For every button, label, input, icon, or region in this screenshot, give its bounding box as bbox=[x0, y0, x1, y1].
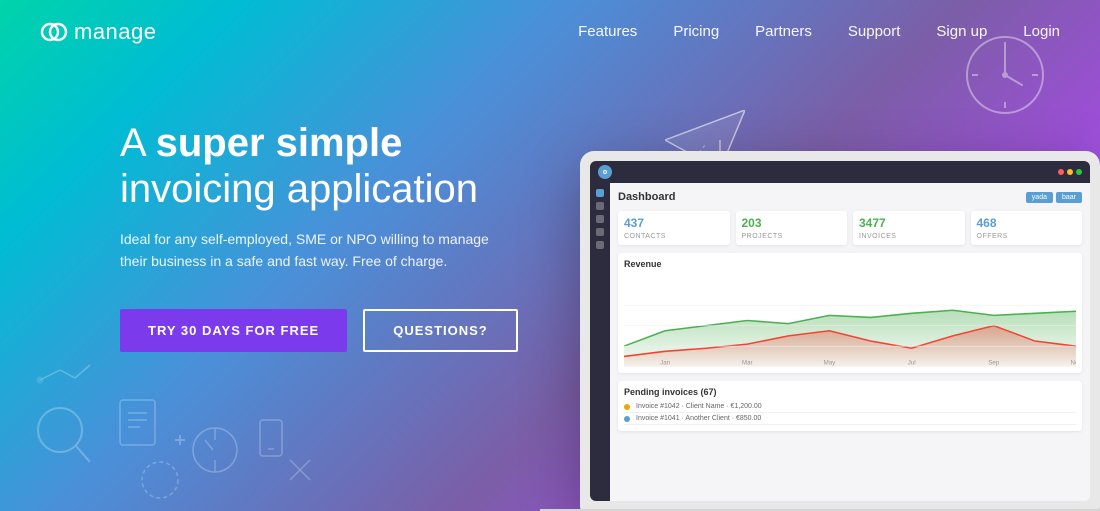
table-row-2: Invoice #1041 · Another Client · €850.00 bbox=[624, 413, 1076, 425]
app-body: Dashboard yada baar 437 CONTACTS bbox=[590, 183, 1090, 501]
stat-value-invoices: 3477 bbox=[859, 216, 959, 230]
hero-section: manage Features Pricing Partners Support… bbox=[0, 0, 1100, 511]
sidebar-item-4 bbox=[596, 228, 604, 236]
bottom-left-decoration bbox=[20, 350, 320, 510]
stat-value-projects: 203 bbox=[742, 216, 842, 230]
sidebar-item-3 bbox=[596, 215, 604, 223]
table-row-status-1 bbox=[624, 404, 630, 410]
nav-link-login[interactable]: Login bbox=[1023, 23, 1060, 40]
app-ui: o bbox=[590, 161, 1090, 501]
table-row-text-1: Invoice #1042 · Client Name · €1,200.00 bbox=[636, 403, 762, 410]
app-main-content: Dashboard yada baar 437 CONTACTS bbox=[610, 183, 1090, 501]
sidebar-item-1 bbox=[596, 189, 604, 197]
table-area: Pending invoices (67) Invoice #1042 · Cl… bbox=[618, 381, 1082, 431]
hero-title-suffix: invoicing application bbox=[120, 167, 478, 211]
hero-title-prefix: A bbox=[120, 121, 156, 165]
app-main-header: Dashboard yada baar bbox=[618, 191, 1082, 203]
hero-title-bold: super simple bbox=[156, 121, 403, 165]
logo[interactable]: manage bbox=[40, 18, 157, 46]
stat-label-contacts: CONTACTS bbox=[624, 233, 666, 240]
table-row-text-2: Invoice #1041 · Another Client · €850.00 bbox=[636, 415, 761, 422]
close-dot bbox=[1058, 169, 1064, 175]
stat-label-offers: OFFERS bbox=[977, 233, 1008, 240]
nav-item-support[interactable]: Support bbox=[848, 23, 901, 41]
app-window-controls bbox=[1058, 169, 1082, 175]
chart-title: Revenue bbox=[624, 259, 1076, 269]
minimize-dot bbox=[1067, 169, 1073, 175]
stat-card-projects: 203 PROJECTS bbox=[736, 211, 848, 245]
stat-label-projects: PROJECTS bbox=[742, 233, 783, 240]
laptop-screen: o bbox=[590, 161, 1090, 501]
stat-card-offers: 468 OFFERS bbox=[971, 211, 1083, 245]
navbar: manage Features Pricing Partners Support… bbox=[0, 0, 1100, 63]
stat-label-invoices: INVOICES bbox=[859, 233, 896, 240]
try-free-button[interactable]: TRY 30 DAYS FOR FREE bbox=[120, 309, 347, 352]
revenue-chart: Jan Mar May Jul Sep Nov bbox=[624, 273, 1076, 368]
app-btn-1[interactable]: yada bbox=[1026, 192, 1053, 203]
nav-link-features[interactable]: Features bbox=[578, 23, 637, 40]
table-title: Pending invoices (67) bbox=[624, 387, 1076, 397]
svg-text:Nov: Nov bbox=[1071, 360, 1076, 367]
nav-links: Features Pricing Partners Support Sign u… bbox=[578, 23, 1060, 41]
nav-item-features[interactable]: Features bbox=[578, 23, 637, 41]
nav-item-signup[interactable]: Sign up bbox=[936, 23, 987, 41]
maximize-dot bbox=[1076, 169, 1082, 175]
hero-buttons: TRY 30 DAYS FOR FREE QUESTIONS? bbox=[120, 309, 518, 352]
sidebar-item-2 bbox=[596, 202, 604, 210]
nav-item-partners[interactable]: Partners bbox=[755, 23, 812, 41]
nav-link-signup[interactable]: Sign up bbox=[936, 23, 987, 40]
nav-item-login[interactable]: Login bbox=[1023, 23, 1060, 41]
nav-link-partners[interactable]: Partners bbox=[755, 23, 812, 40]
table-row-1: Invoice #1042 · Client Name · €1,200.00 bbox=[624, 401, 1076, 413]
hero-title: A super simple invoicing application bbox=[120, 120, 518, 212]
svg-text:Jul: Jul bbox=[908, 360, 916, 367]
stat-card-contacts: 437 CONTACTS bbox=[618, 211, 730, 245]
app-btn-2[interactable]: baar bbox=[1056, 192, 1082, 203]
app-sidebar bbox=[590, 183, 610, 501]
questions-button[interactable]: QUESTIONS? bbox=[363, 309, 518, 352]
hero-subtitle: Ideal for any self-employed, SME or NPO … bbox=[120, 228, 500, 273]
svg-text:Jan: Jan bbox=[660, 360, 671, 367]
hero-content: A super simple invoicing application Ide… bbox=[120, 120, 518, 352]
stat-value-offers: 468 bbox=[977, 216, 1077, 230]
logo-icon bbox=[40, 18, 68, 46]
app-page-title: Dashboard bbox=[618, 191, 1023, 203]
stats-row: 437 CONTACTS 203 PROJECTS 3477 INVOICES bbox=[618, 211, 1082, 245]
svg-text:May: May bbox=[824, 360, 837, 367]
svg-text:Sep: Sep bbox=[988, 360, 1000, 367]
laptop-mockup: o bbox=[560, 121, 1100, 511]
app-logo: o bbox=[598, 165, 612, 179]
sidebar-item-5 bbox=[596, 241, 604, 249]
laptop-outer: o bbox=[580, 151, 1100, 511]
table-row-status-2 bbox=[624, 416, 630, 422]
logo-text: manage bbox=[74, 19, 157, 45]
app-header-bar: o bbox=[590, 161, 1090, 183]
nav-link-support[interactable]: Support bbox=[848, 23, 901, 40]
stat-card-invoices: 3477 INVOICES bbox=[853, 211, 965, 245]
svg-text:Mar: Mar bbox=[742, 360, 753, 367]
chart-area: Revenue bbox=[618, 253, 1082, 373]
nav-link-pricing[interactable]: Pricing bbox=[673, 23, 719, 40]
nav-item-pricing[interactable]: Pricing bbox=[673, 23, 719, 41]
stat-value-contacts: 437 bbox=[624, 216, 724, 230]
